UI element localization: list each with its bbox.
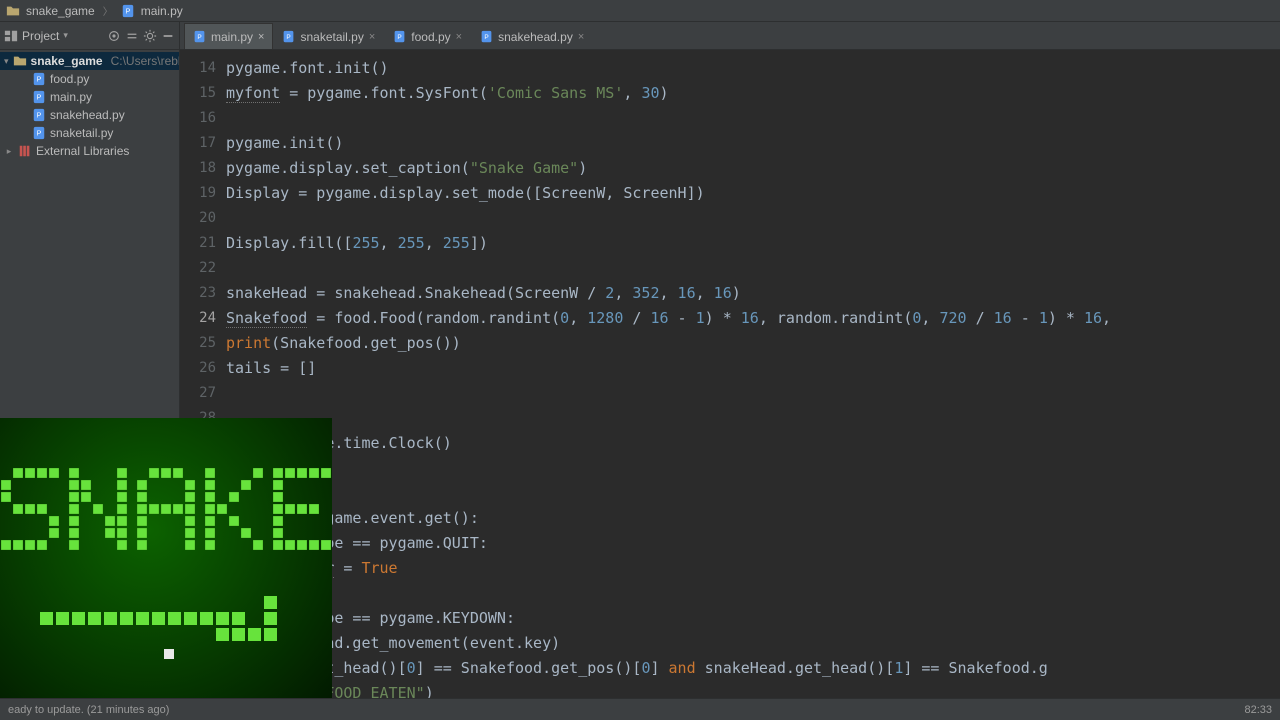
tree-item-label: snakehead.py — [50, 108, 125, 122]
pixel-letter — [273, 468, 331, 550]
tab-label: snakehead.py — [498, 30, 573, 44]
breadcrumb-file[interactable]: main.py — [141, 4, 183, 18]
svg-text:P: P — [484, 34, 488, 41]
tree-file[interactable]: Pfood.py — [0, 70, 179, 88]
tree-item-label: main.py — [50, 90, 92, 104]
breadcrumb-folder[interactable]: snake_game — [26, 4, 95, 18]
python-file-icon: P — [480, 30, 493, 43]
editor-tabstrip: Pmain.py×Psnaketail.py×Pfood.py×Psnakehe… — [180, 22, 1280, 49]
code-area[interactable]: pygame.font.init()myfont = pygame.font.S… — [226, 50, 1280, 698]
editor-tab[interactable]: Psnakehead.py × — [471, 23, 593, 49]
tab-label: snaketail.py — [300, 30, 363, 44]
svg-text:P: P — [287, 34, 291, 41]
project-toolbar: Project ▾ — [0, 22, 180, 49]
python-file-icon: P — [32, 72, 46, 86]
chevron-down-icon[interactable]: ▾ — [63, 30, 68, 41]
python-file-icon: P — [32, 108, 46, 122]
tree-item-label: snaketail.py — [50, 126, 113, 140]
svg-text:P: P — [37, 95, 42, 102]
editor-tab[interactable]: Pfood.py × — [384, 23, 471, 49]
pixel-letter — [205, 468, 263, 550]
python-file-icon: P — [32, 126, 46, 140]
tree-external-libs[interactable]: ▸ External Libraries — [0, 142, 179, 160]
snake-title — [1, 468, 331, 550]
tab-label: main.py — [211, 30, 253, 44]
svg-text:P: P — [37, 131, 42, 138]
pixel-letter — [137, 468, 195, 550]
pixel-letter — [1, 468, 59, 550]
project-view-icon[interactable] — [4, 29, 18, 43]
chevron-right-icon[interactable]: ▸ — [4, 146, 14, 157]
close-icon[interactable]: × — [578, 31, 584, 43]
tree-root-path: C:\Users\rebba — [111, 54, 180, 68]
python-file-icon: P — [193, 30, 206, 43]
svg-text:P: P — [197, 34, 201, 41]
status-position: 82:33 — [1244, 704, 1272, 716]
status-bar: eady to update. (21 minutes ago) 82:33 — [0, 698, 1280, 720]
python-file-icon: P — [121, 4, 135, 18]
tree-file[interactable]: Psnakehead.py — [0, 106, 179, 124]
tree-item-label: External Libraries — [36, 144, 129, 158]
svg-text:P: P — [125, 8, 130, 15]
python-file-icon: P — [282, 30, 295, 43]
folder-icon — [6, 4, 20, 18]
python-file-icon: P — [32, 90, 46, 104]
hide-icon[interactable] — [161, 29, 175, 43]
svg-text:P: P — [398, 34, 402, 41]
editor-tab[interactable]: Psnaketail.py × — [273, 23, 384, 49]
close-icon[interactable]: × — [456, 31, 462, 43]
chevron-down-icon[interactable]: ▾ — [4, 56, 9, 67]
code-editor[interactable]: 1415161718192021222324252627282930313233… — [180, 50, 1280, 698]
svg-text:P: P — [37, 77, 42, 84]
tree-file[interactable]: Pmain.py — [0, 88, 179, 106]
collapse-icon[interactable] — [125, 29, 139, 43]
status-message: eady to update. (21 minutes ago) — [8, 704, 169, 716]
tree-item-label: food.py — [50, 72, 89, 86]
folder-icon — [13, 54, 27, 68]
chevron-right-icon: 〉 — [103, 3, 113, 18]
snake-body-graphic — [40, 596, 277, 641]
tab-label: food.py — [411, 30, 450, 44]
close-icon[interactable]: × — [258, 31, 264, 43]
tree-root[interactable]: ▾ snake_game C:\Users\rebba — [0, 52, 179, 70]
target-icon[interactable] — [107, 29, 121, 43]
close-icon[interactable]: × — [369, 31, 375, 43]
snake-overlay — [0, 418, 332, 698]
tree-root-name: snake_game — [31, 54, 103, 68]
python-file-icon: P — [393, 30, 406, 43]
gear-icon[interactable] — [143, 29, 157, 43]
tree-file[interactable]: Psnaketail.py — [0, 124, 179, 142]
pixel-letter — [69, 468, 127, 550]
snake-food-dot — [164, 649, 174, 659]
breadcrumb: snake_game 〉 P main.py — [0, 0, 1280, 22]
library-icon — [18, 144, 32, 158]
svg-text:P: P — [37, 113, 42, 120]
editor-tab[interactable]: Pmain.py × — [184, 23, 273, 49]
project-toolbar-label[interactable]: Project — [22, 29, 59, 43]
